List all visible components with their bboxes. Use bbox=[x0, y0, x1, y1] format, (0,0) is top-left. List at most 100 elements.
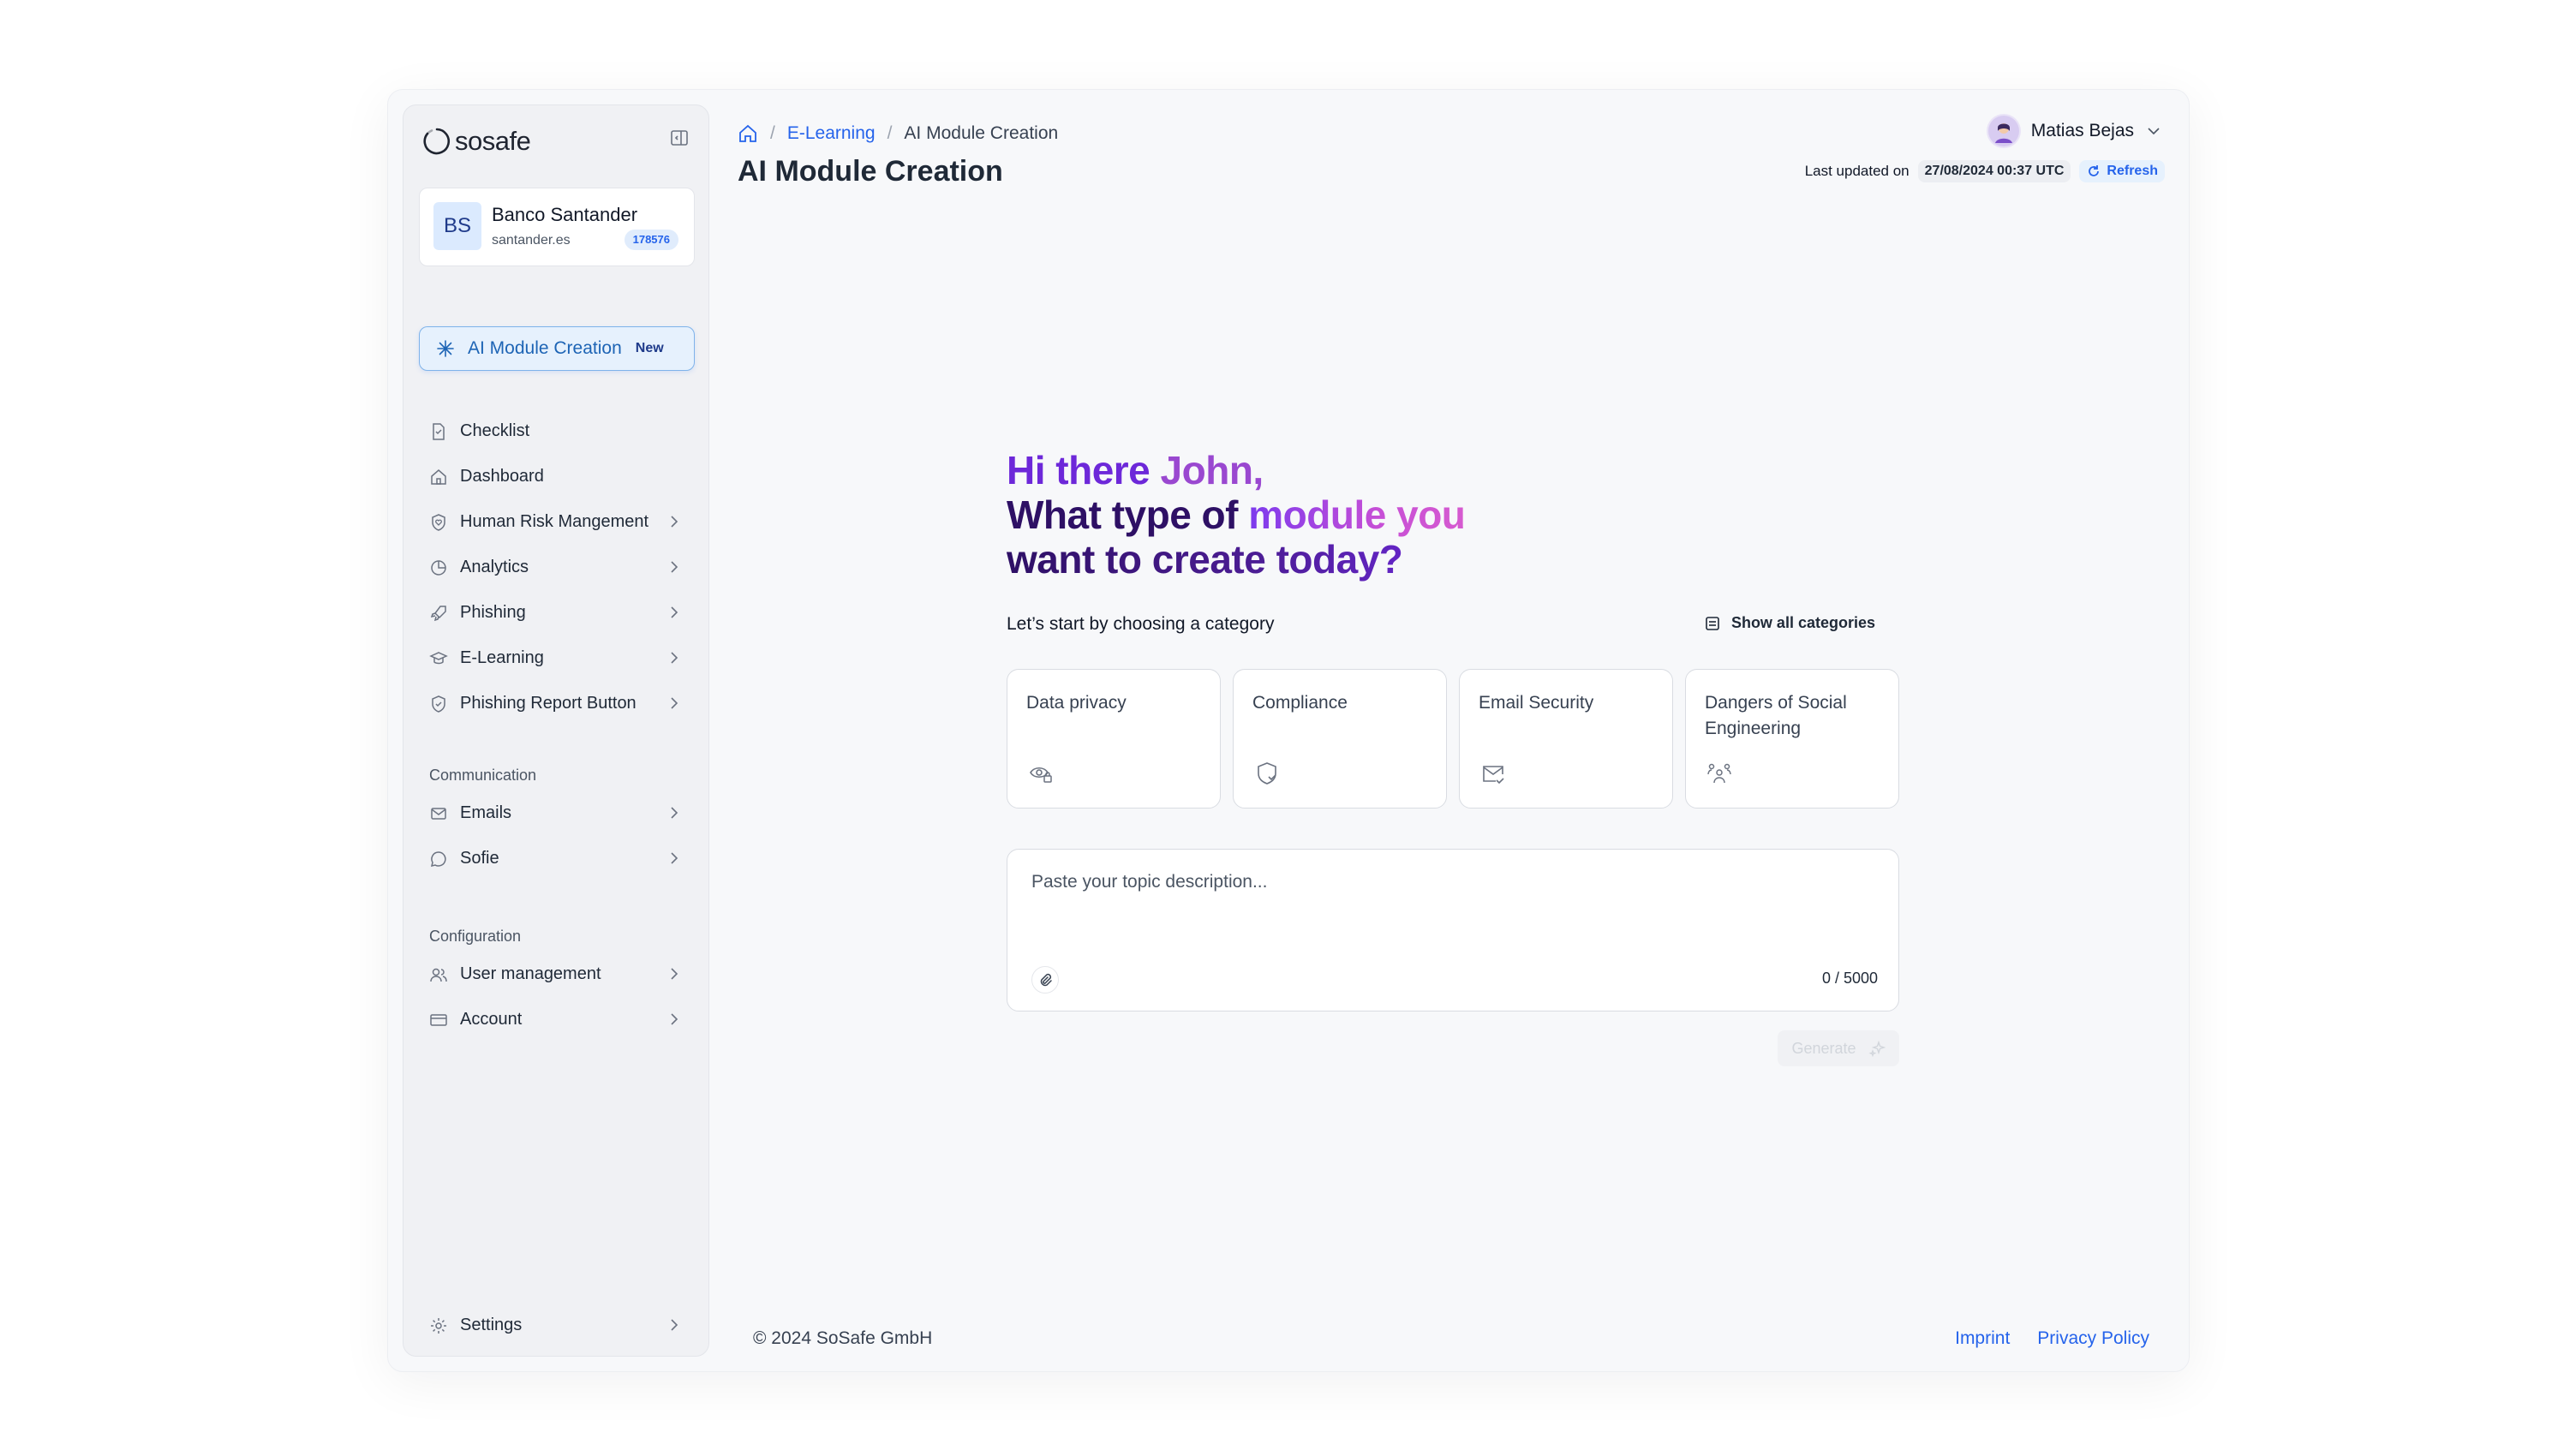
category-card-email-security[interactable]: Email Security bbox=[1459, 669, 1673, 809]
sidebar-item-dashboard[interactable]: Dashboard bbox=[419, 454, 695, 499]
chevron-right-icon bbox=[671, 561, 678, 573]
show-all-categories-button[interactable]: Show all categories bbox=[1704, 614, 1875, 632]
character-counter: 0 / 5000 bbox=[1821, 970, 1878, 987]
greeting-user-name: John, bbox=[1160, 448, 1264, 492]
privacy-policy-link[interactable]: Privacy Policy bbox=[2037, 1328, 2149, 1349]
category-card-data-privacy[interactable]: Data privacy bbox=[1007, 669, 1221, 809]
home-icon bbox=[431, 468, 446, 485]
avatar bbox=[1986, 114, 2021, 148]
org-name: Banco Santander bbox=[492, 204, 638, 225]
category-prompt: Let’s start by choosing a category bbox=[1007, 614, 1275, 634]
breadcrumb: / E-Learning / AI Module Creation bbox=[738, 121, 1058, 146]
greeting-line-3: want to create today? bbox=[1007, 537, 1465, 582]
home-icon bbox=[739, 124, 756, 142]
sidebar-item-label: Human Risk Mangement bbox=[460, 512, 649, 531]
sidebar-item-label: Sofie bbox=[460, 849, 499, 868]
ai-module-creation-button[interactable]: AI Module Creation New bbox=[419, 326, 695, 371]
topic-description-input[interactable] bbox=[1031, 872, 1871, 949]
new-badge: New bbox=[635, 341, 664, 355]
settings-nav: Settings bbox=[419, 1303, 695, 1348]
greeting-heading: Hi there John, What type of module you w… bbox=[1007, 448, 1466, 582]
sidebar-item-label: Emails bbox=[460, 803, 512, 822]
sidebar-item-phishing-report-button[interactable]: Phishing Report Button bbox=[419, 681, 695, 726]
sidebar-item-checklist[interactable]: Checklist bbox=[419, 409, 695, 454]
footer-copyright: © 2024 SoSafe GmbH bbox=[753, 1328, 933, 1348]
refresh-button[interactable]: Refresh bbox=[2079, 160, 2165, 182]
chevron-right-icon bbox=[671, 606, 678, 618]
sidebar-item-emails[interactable]: Emails bbox=[419, 791, 695, 836]
app-window: sosafe BS Banco Santander santander.es 1… bbox=[387, 89, 2190, 1372]
sidebar-item-label: Account bbox=[460, 1010, 523, 1029]
document-icon bbox=[433, 422, 445, 440]
sidebar: sosafe BS Banco Santander santander.es 1… bbox=[403, 104, 709, 1357]
organization-switcher[interactable]: BS Banco Santander santander.es 178576 bbox=[419, 188, 695, 266]
sidebar-item-label: User management bbox=[460, 964, 601, 983]
brand-logo[interactable]: sosafe bbox=[422, 124, 531, 158]
eye-lock-icon bbox=[1030, 767, 1052, 783]
topic-description-box: 0 / 5000 bbox=[1007, 849, 1899, 1011]
mail-check-icon bbox=[1483, 766, 1504, 785]
org-id-badge: 178576 bbox=[624, 230, 678, 250]
user-avatar-icon bbox=[1987, 116, 2019, 146]
greeting-line-1: Hi there John, bbox=[1007, 448, 1465, 492]
show-all-label: Show all categories bbox=[1730, 614, 1875, 631]
configuration-nav: User management Account bbox=[419, 952, 695, 1042]
sidebar-item-analytics[interactable]: Analytics bbox=[419, 545, 695, 590]
page-title: AI Module Creation bbox=[738, 155, 1003, 188]
main-nav: Checklist Dashboard Human Risk Mangement… bbox=[419, 409, 695, 726]
footer-links: Imprint Privacy Policy bbox=[1955, 1328, 2149, 1349]
graduation-cap-icon bbox=[429, 651, 448, 664]
communication-nav: Emails Sofie bbox=[419, 791, 695, 881]
sidebar-item-label: Phishing bbox=[460, 603, 526, 622]
pie-chart-icon bbox=[431, 559, 446, 576]
attach-file-button[interactable] bbox=[1031, 966, 1059, 994]
last-updated-label: Last updated on bbox=[1804, 163, 1910, 179]
breadcrumb-home[interactable] bbox=[738, 123, 758, 144]
chevron-right-icon bbox=[671, 807, 678, 819]
category-card-label: Dangers of Social Engineering bbox=[1705, 693, 1847, 738]
chat-bubble-icon bbox=[430, 850, 446, 867]
sidebar-item-human-risk[interactable]: Human Risk Mangement bbox=[419, 499, 695, 545]
sidebar-item-e-learning[interactable]: E-Learning bbox=[419, 636, 695, 681]
sidebar-item-label: Analytics bbox=[460, 558, 529, 576]
ai-module-label: AI Module Creation bbox=[468, 338, 622, 358]
sidebar-item-settings[interactable]: Settings bbox=[419, 1303, 695, 1348]
greeting-line-2: What type of module you bbox=[1007, 492, 1466, 537]
greeting-hi: Hi there bbox=[1007, 448, 1161, 492]
user-menu[interactable]: Matias Bejas bbox=[1986, 112, 2163, 150]
sidebar-item-phishing[interactable]: Phishing bbox=[419, 590, 695, 636]
gear-icon bbox=[431, 1317, 446, 1334]
sidebar-item-sofie[interactable]: Sofie bbox=[419, 836, 695, 881]
category-card-label: Email Security bbox=[1479, 693, 1594, 713]
section-label-configuration: Configuration bbox=[429, 928, 522, 945]
chevron-right-icon bbox=[671, 516, 678, 528]
breadcrumb-separator: / bbox=[770, 123, 775, 143]
category-card-compliance[interactable]: Compliance bbox=[1233, 669, 1447, 809]
sidebar-item-account[interactable]: Account bbox=[419, 997, 695, 1042]
imprint-link[interactable]: Imprint bbox=[1955, 1328, 2010, 1349]
shield-heart-icon bbox=[432, 513, 445, 531]
credit-card-icon bbox=[430, 1013, 447, 1026]
section-label-communication: Communication bbox=[429, 767, 537, 784]
greeting-line-2-b: module you bbox=[1248, 492, 1466, 537]
sidebar-toggle-icon bbox=[671, 130, 688, 146]
sparkles-icon bbox=[1868, 1040, 1886, 1057]
sidebar-collapse-button[interactable] bbox=[667, 126, 691, 150]
chevron-right-icon bbox=[671, 652, 678, 664]
org-avatar: BS bbox=[433, 202, 481, 250]
chevron-right-icon bbox=[671, 697, 678, 709]
generate-button[interactable]: Generate bbox=[1778, 1030, 1899, 1066]
breadcrumb-e-learning[interactable]: E-Learning bbox=[787, 123, 876, 144]
category-card-label: Data privacy bbox=[1026, 693, 1127, 713]
org-domain: santander.es bbox=[492, 233, 571, 248]
category-cards: Data privacy Compliance Email Security D… bbox=[1007, 669, 1899, 809]
refresh-label: Refresh bbox=[2107, 164, 2158, 178]
sidebar-item-label: Phishing Report Button bbox=[460, 694, 637, 713]
category-card-social-engineering[interactable]: Dangers of Social Engineering bbox=[1685, 669, 1899, 809]
breadcrumb-current: AI Module Creation bbox=[904, 123, 1059, 143]
sparkle-icon bbox=[437, 340, 454, 357]
sidebar-item-user-management[interactable]: User management bbox=[419, 952, 695, 997]
category-card-label: Compliance bbox=[1252, 693, 1348, 713]
chevron-down-icon bbox=[2148, 128, 2160, 135]
chevron-right-icon bbox=[671, 968, 678, 980]
